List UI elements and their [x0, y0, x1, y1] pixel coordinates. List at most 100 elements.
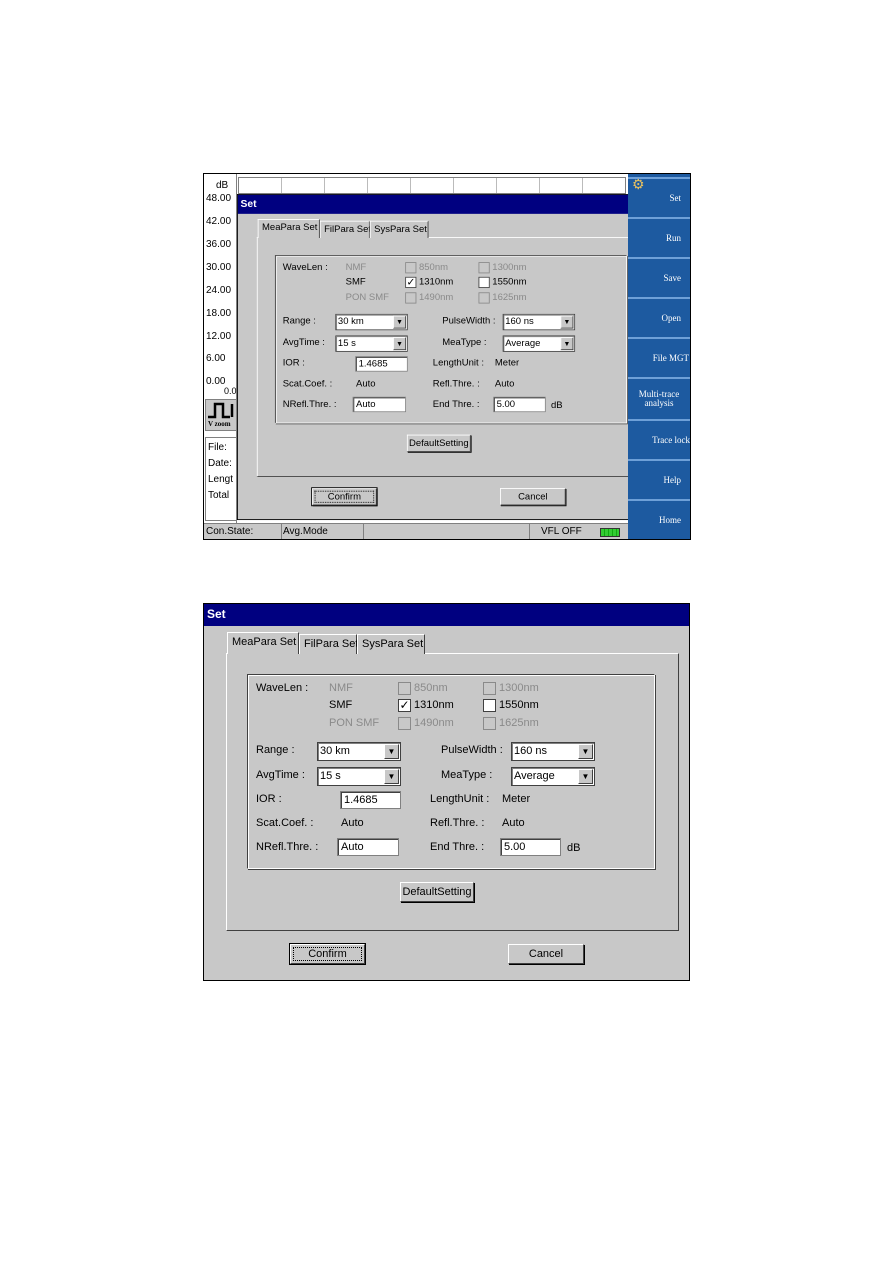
- tab-meapara-set[interactable]: MeaPara Set: [227, 632, 299, 654]
- tab-filpara-set[interactable]: FilPara Set: [319, 220, 371, 238]
- range-label: Range :: [256, 744, 295, 756]
- meatype-select[interactable]: Average ▼: [502, 335, 576, 352]
- reflthre-value: Auto: [502, 817, 525, 829]
- dialog-title: Set: [240, 197, 257, 210]
- sidebar-help-button[interactable]: Help: [628, 459, 690, 499]
- checkbox-1310nm[interactable]: ✓: [405, 275, 417, 289]
- sidebar-label: Multi-trace analysis: [638, 389, 680, 408]
- range-select[interactable]: 30 km ▼: [335, 313, 408, 331]
- dialog-container: Set MeaPara Set FilPara Set SysPara Set …: [237, 194, 657, 521]
- chevron-down-icon[interactable]: ▼: [578, 744, 593, 759]
- nreflthre-input[interactable]: Auto: [352, 396, 407, 413]
- label-850nm: 850nm: [414, 682, 448, 694]
- scatcoef-label: Scat.Coef. :: [282, 378, 333, 389]
- label-1625nm: 1625nm: [492, 292, 527, 303]
- label-1490nm: 1490nm: [418, 292, 454, 303]
- checkbox-850nm[interactable]: [398, 682, 411, 695]
- label-1310nm: 1310nm: [418, 276, 454, 288]
- info-total: Total: [208, 490, 230, 501]
- sidebar-file-mgt-button[interactable]: File MGT: [628, 337, 690, 377]
- endthre-input[interactable]: 5.00: [500, 838, 561, 856]
- vfl-status: VFL OFF: [541, 526, 582, 537]
- chevron-down-icon[interactable]: ▼: [384, 744, 399, 759]
- tab-meapara-set[interactable]: MeaPara Set: [257, 219, 320, 238]
- ior-label: IOR :: [282, 357, 305, 369]
- checkbox-1625nm[interactable]: [483, 717, 496, 730]
- range-value: 30 km: [337, 316, 364, 327]
- chevron-down-icon[interactable]: ▼: [384, 769, 399, 784]
- sidebar-label: Home: [659, 515, 681, 525]
- chevron-down-icon[interactable]: ▼: [393, 315, 407, 329]
- chevron-down-icon[interactable]: ▼: [393, 337, 407, 351]
- nreflthre-input[interactable]: Auto: [337, 838, 399, 856]
- default-setting-button[interactable]: DefaultSetting: [400, 882, 474, 902]
- checkbox-1300nm[interactable]: [478, 262, 490, 274]
- ior-input[interactable]: 1.4685: [340, 791, 401, 809]
- endthre-input[interactable]: 5.00: [493, 396, 546, 413]
- fiber-nmf-label: NMF: [329, 682, 353, 694]
- sidebar-label: Run: [665, 232, 681, 243]
- avgtime-select[interactable]: 15 s ▼: [317, 767, 401, 786]
- checkbox-850nm[interactable]: [405, 262, 417, 274]
- sidebar-trace-lock-button[interactable]: Trace lock: [628, 419, 690, 459]
- sidebar-label: File MGT: [652, 352, 689, 363]
- pulsewidth-value: 160 ns: [514, 745, 548, 757]
- checkbox-1625nm[interactable]: [478, 292, 490, 304]
- y-tick: 30.00: [206, 262, 232, 273]
- fiber-smf-label: SMF: [345, 276, 366, 288]
- info-length: Lengt: [208, 474, 234, 485]
- chevron-down-icon[interactable]: ▼: [578, 769, 593, 784]
- sidebar-label: Save: [663, 272, 682, 283]
- sidebar-multi-trace-button[interactable]: Multi-trace analysis: [628, 377, 690, 419]
- confirm-button[interactable]: Confirm: [311, 487, 378, 507]
- y-tick: 0.00: [206, 376, 226, 387]
- meatype-select[interactable]: Average ▼: [511, 767, 595, 786]
- checkbox-1490nm[interactable]: [398, 717, 411, 730]
- sidebar-label: Trace lock: [652, 434, 690, 445]
- pulsewidth-select[interactable]: 160 ns ▼: [511, 742, 595, 761]
- avgtime-select[interactable]: 15 s ▼: [335, 335, 408, 352]
- cancel-button[interactable]: Cancel: [508, 944, 584, 964]
- sidebar-run-button[interactable]: Run: [628, 217, 690, 257]
- range-select[interactable]: 30 km ▼: [317, 742, 401, 761]
- default-setting-button[interactable]: DefaultSetting: [406, 434, 471, 452]
- sidebar-set-button[interactable]: ⚙ Set: [628, 177, 690, 217]
- fiber-smf-label: SMF: [329, 699, 353, 711]
- reflthre-value: Auto: [494, 378, 515, 389]
- range-label: Range :: [282, 315, 316, 326]
- check-icon: ✓: [399, 698, 410, 712]
- tab-filpara-set[interactable]: FilPara Set: [299, 634, 358, 654]
- tab-syspara-set[interactable]: SysPara Set: [357, 634, 425, 654]
- sidebar-save-button[interactable]: Save: [628, 257, 690, 297]
- chevron-down-icon[interactable]: ▼: [560, 337, 574, 351]
- y-tick: 36.00: [206, 239, 232, 250]
- dialog-title: Set: [207, 607, 226, 621]
- nreflthre-label: NRefl.Thre. :: [256, 841, 319, 853]
- ior-input[interactable]: 1.4685: [355, 356, 408, 372]
- checkbox-1310nm[interactable]: ✓: [398, 699, 411, 712]
- pulsewidth-label: PulseWidth :: [442, 315, 496, 326]
- trace-info-box: File: Date: Lengt Total: [205, 437, 237, 521]
- sidebar-home-button[interactable]: Home: [628, 499, 690, 539]
- check-icon: ✓: [406, 275, 416, 289]
- lengthunit-value: Meter: [502, 793, 531, 805]
- confirm-button[interactable]: Confirm: [289, 943, 366, 965]
- chevron-down-icon[interactable]: ▼: [560, 315, 574, 329]
- cancel-button[interactable]: Cancel: [500, 488, 566, 506]
- trace-chart-area[interactable]: [238, 177, 626, 194]
- x-tick-start: 0.0: [224, 386, 237, 396]
- tab-syspara-set[interactable]: SysPara Set: [369, 220, 429, 238]
- checkbox-1490nm[interactable]: [405, 292, 417, 304]
- battery-icon: [600, 528, 620, 537]
- con-state-label: Con.State:: [206, 526, 254, 537]
- checkbox-1550nm[interactable]: [478, 276, 490, 289]
- checkbox-1300nm[interactable]: [483, 682, 496, 695]
- checkbox-1550nm[interactable]: [483, 699, 496, 712]
- pulsewidth-select[interactable]: 160 ns ▼: [502, 313, 576, 331]
- sidebar-open-button[interactable]: Open: [628, 297, 690, 337]
- lengthunit-label: LengthUnit :: [430, 793, 490, 805]
- sidebar-label: Open: [661, 312, 682, 323]
- vzoom-button[interactable]: V zoom: [205, 399, 237, 431]
- vzoom-label: V zoom: [208, 420, 231, 428]
- fiber-pon-smf-label: PON SMF: [345, 292, 389, 303]
